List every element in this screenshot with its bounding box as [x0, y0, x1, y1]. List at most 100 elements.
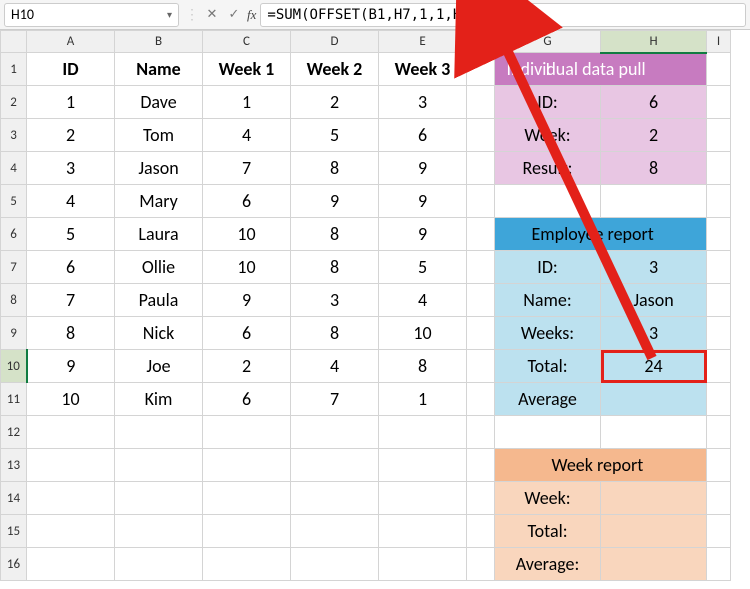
cell[interactable]: 5 [379, 251, 467, 284]
row-header[interactable]: 16 [1, 548, 27, 581]
cell[interactable]: 4 [379, 284, 467, 317]
cell[interactable] [467, 383, 495, 416]
cell[interactable]: 6 [27, 251, 115, 284]
cell[interactable]: 4 [203, 119, 291, 152]
cell[interactable]: Paula [115, 284, 203, 317]
cell[interactable] [601, 515, 707, 548]
cell[interactable]: 1 [379, 383, 467, 416]
cell[interactable] [707, 218, 731, 251]
chevron-down-icon[interactable]: ▾ [167, 8, 172, 21]
col-header-i[interactable]: I [707, 31, 731, 53]
cell[interactable] [601, 482, 707, 515]
cell[interactable]: 6 [379, 119, 467, 152]
row-header[interactable]: 5 [1, 185, 27, 218]
cell[interactable]: 4 [27, 185, 115, 218]
col-header-e[interactable]: E [379, 31, 467, 53]
cell[interactable]: Jason [115, 152, 203, 185]
cell[interactable] [707, 185, 731, 218]
cell[interactable] [707, 350, 731, 383]
cell[interactable]: Week 3 [379, 53, 467, 86]
cell[interactable] [203, 449, 291, 482]
cell[interactable] [467, 185, 495, 218]
cell[interactable] [495, 416, 601, 449]
cell[interactable]: 8 [379, 350, 467, 383]
cell[interactable]: Total: [495, 350, 601, 383]
cell[interactable]: Nick [115, 317, 203, 350]
row-header[interactable]: 9 [1, 317, 27, 350]
cell[interactable]: 8 [601, 152, 707, 185]
cell[interactable]: 10 [203, 218, 291, 251]
row-header[interactable]: 2 [1, 86, 27, 119]
cell[interactable] [707, 251, 731, 284]
cell[interactable]: Ollie [115, 251, 203, 284]
row-header[interactable]: 6 [1, 218, 27, 251]
cell[interactable]: Average: [495, 548, 601, 581]
cell[interactable]: 9 [27, 350, 115, 383]
cell[interactable]: 6 [203, 317, 291, 350]
cell[interactable] [379, 449, 467, 482]
cell[interactable] [601, 548, 707, 581]
cell[interactable]: Name [115, 53, 203, 86]
cell[interactable]: 10 [379, 317, 467, 350]
cell[interactable]: Kim [115, 383, 203, 416]
cell[interactable]: Week 1 [203, 53, 291, 86]
cell[interactable] [467, 119, 495, 152]
col-header-g[interactable]: G [495, 31, 601, 53]
cell[interactable] [291, 416, 379, 449]
cell[interactable] [467, 515, 495, 548]
cell[interactable]: Weeks: [495, 317, 601, 350]
cell[interactable]: Mary [115, 185, 203, 218]
cell[interactable] [379, 416, 467, 449]
cell[interactable]: 1 [27, 86, 115, 119]
cell[interactable] [115, 548, 203, 581]
cell[interactable] [707, 86, 731, 119]
cell[interactable]: 5 [27, 218, 115, 251]
cell[interactable]: Average [495, 383, 601, 416]
cell[interactable] [467, 548, 495, 581]
cell[interactable] [27, 449, 115, 482]
cell[interactable] [203, 515, 291, 548]
cell[interactable]: 1 [203, 86, 291, 119]
cell[interactable]: 10 [203, 251, 291, 284]
cell[interactable]: Joe [115, 350, 203, 383]
cell[interactable]: 2 [27, 119, 115, 152]
cell[interactable]: Week 2 [291, 53, 379, 86]
cell[interactable] [707, 152, 731, 185]
cell[interactable]: 9 [379, 185, 467, 218]
cell[interactable]: 6 [601, 86, 707, 119]
cell[interactable]: 8 [291, 218, 379, 251]
cell[interactable] [495, 185, 601, 218]
cell[interactable]: 7 [27, 284, 115, 317]
cell[interactable] [467, 482, 495, 515]
row-header[interactable]: 4 [1, 152, 27, 185]
cell[interactable]: Tom [115, 119, 203, 152]
cell[interactable] [291, 482, 379, 515]
cell[interactable]: ID: [495, 251, 601, 284]
row-header[interactable]: 14 [1, 482, 27, 515]
cell[interactable] [707, 548, 731, 581]
spreadsheet-grid[interactable]: A B C D E F G H I 1 ID Name Week 1 Week … [0, 30, 731, 581]
cell[interactable] [707, 284, 731, 317]
cell[interactable]: 7 [203, 152, 291, 185]
fx-icon[interactable]: fx [245, 7, 260, 23]
cell[interactable] [27, 482, 115, 515]
row-header[interactable]: 8 [1, 284, 27, 317]
cell[interactable]: 8 [291, 152, 379, 185]
cell[interactable] [379, 482, 467, 515]
cell[interactable]: 9 [379, 152, 467, 185]
cell[interactable]: 9 [203, 284, 291, 317]
cell[interactable]: 6 [203, 383, 291, 416]
cell[interactable]: Week: [495, 482, 601, 515]
cell[interactable]: 3 [27, 152, 115, 185]
cell[interactable]: 3 [601, 251, 707, 284]
cell[interactable] [467, 251, 495, 284]
cell[interactable]: Result: [495, 152, 601, 185]
cell[interactable] [467, 449, 495, 482]
cell[interactable] [707, 383, 731, 416]
cell[interactable]: 7 [291, 383, 379, 416]
cell[interactable] [467, 86, 495, 119]
cell[interactable]: Week: [495, 119, 601, 152]
col-header-b[interactable]: B [115, 31, 203, 53]
row-header[interactable]: 10 [1, 350, 27, 383]
cell[interactable]: 9 [291, 185, 379, 218]
